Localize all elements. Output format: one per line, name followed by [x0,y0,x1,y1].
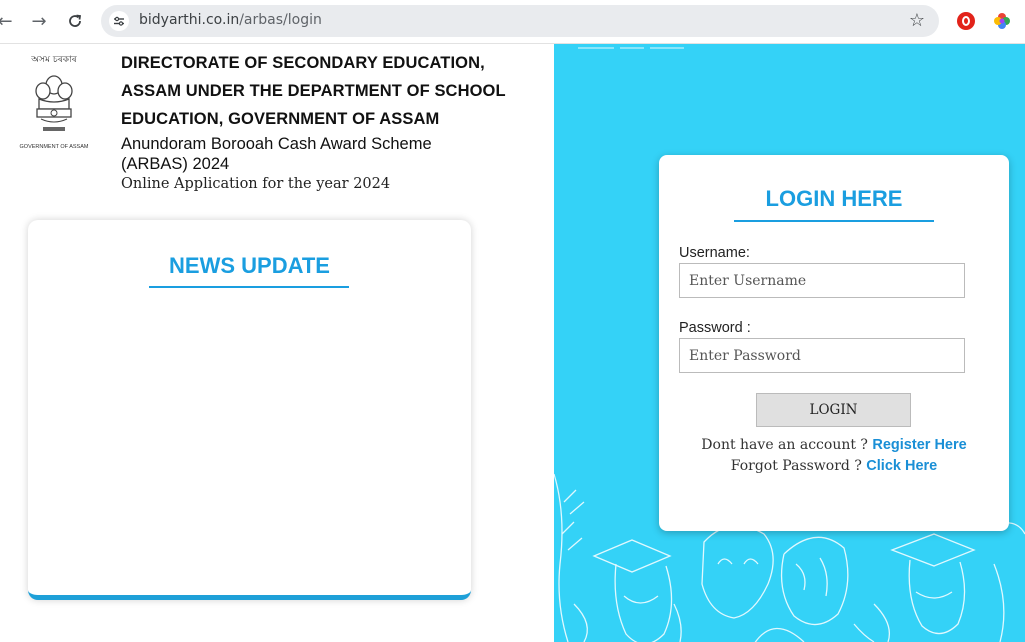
address-bar[interactable]: bidyarthi.co.in/arbas/login ☆ [101,5,939,37]
site-info-icon[interactable] [109,11,129,31]
login-button[interactable]: LOGIN [756,393,911,427]
forgot-line: Forgot Password ? Click Here [659,458,1009,474]
register-line: Dont have an account ? Register Here [659,437,1009,453]
browser-toolbar: ← → bidyarthi.co.in/arbas/login ☆ [0,0,1025,44]
emblem-bottom-text: GOVERNMENT OF ASSAM [19,144,89,150]
url-text[interactable]: bidyarthi.co.in/arbas/login [139,12,322,28]
government-emblem: অসম চৰকাৰ GOVERNMENT OF ASSAM [14,52,94,150]
bookmark-star-icon[interactable]: ☆ [909,10,925,31]
forgot-password-link[interactable]: Click Here [866,458,937,474]
url-path: /arbas/login [239,12,322,28]
news-update-card: NEWS UPDATE [28,220,471,600]
news-title-underline [149,286,349,288]
emblem-top-text: অসম চৰকাৰ [31,55,77,65]
reload-icon[interactable] [64,10,86,32]
register-link[interactable]: Register Here [872,437,966,453]
online-application-text: Online Application for the year 2024 [121,176,391,192]
directorate-title: DIRECTORATE OF SECONDARY EDUCATION, ASSA… [121,49,521,133]
username-label: Username: [679,245,750,261]
left-panel: অসম চৰকাৰ GOVERNMENT OF ASSAM DIRECTORAT… [0,44,554,642]
opera-icon[interactable] [957,12,975,30]
scheme-line: (ARBAS) 2024 [121,155,230,173]
lion-capital-icon [35,75,73,131]
title-line: EDUCATION, GOVERNMENT OF ASSAM [121,110,440,128]
title-line: DIRECTORATE OF SECONDARY EDUCATION, [121,54,485,72]
extension-icon[interactable] [993,12,1011,30]
register-prompt: Dont have an account ? [701,437,868,453]
forgot-prompt: Forgot Password ? [730,458,862,474]
forward-arrow-icon[interactable]: → [28,10,50,32]
header-text: DIRECTORATE OF SECONDARY EDUCATION, ASSA… [121,49,521,192]
login-title: LOGIN HERE [765,186,903,211]
scheme-name: Anundoram Borooah Cash Award Scheme (ARB… [121,134,521,174]
password-input[interactable] [679,338,965,373]
url-host: bidyarthi.co.in [139,12,240,28]
password-label: Password : [679,320,751,336]
news-update-title: NEWS UPDATE [169,253,330,278]
login-card: LOGIN HERE Username: Password : LOGIN Do… [659,155,1009,531]
scheme-line: Anundoram Borooah Cash Award Scheme [121,135,432,153]
title-line: ASSAM UNDER THE DEPARTMENT OF SCHOOL [121,82,506,100]
back-arrow-icon[interactable]: ← [0,10,16,32]
right-panel: LOGIN HERE Username: Password : LOGIN Do… [554,44,1025,642]
username-input[interactable] [679,263,965,298]
login-title-underline [734,220,934,222]
